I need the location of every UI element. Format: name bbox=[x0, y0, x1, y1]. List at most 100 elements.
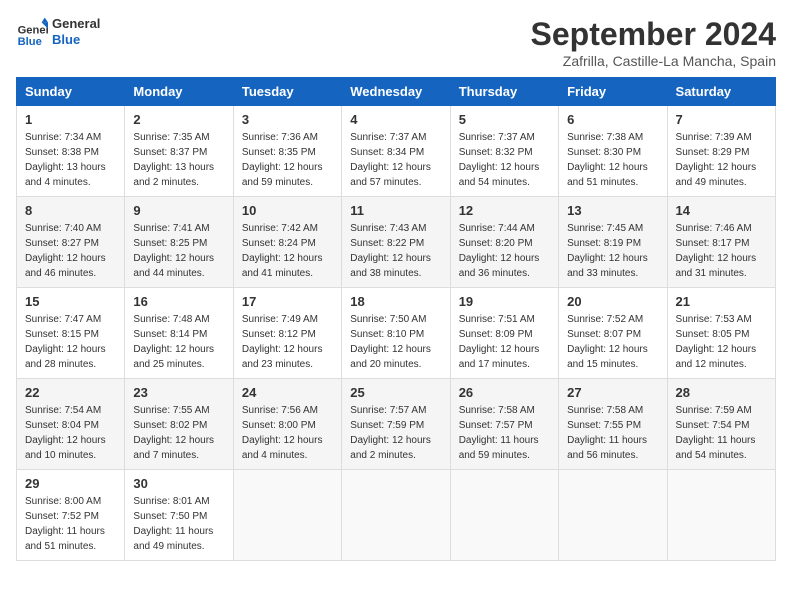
sunrise-text: Sunrise: 7:48 AM bbox=[133, 312, 224, 327]
daylight-text: Daylight: 12 hours and 12 minutes. bbox=[676, 342, 767, 372]
day-number: 30 bbox=[133, 476, 224, 491]
table-cell bbox=[667, 470, 775, 561]
daylight-text: Daylight: 12 hours and 46 minutes. bbox=[25, 251, 116, 281]
sunset-text: Sunset: 8:34 PM bbox=[350, 145, 441, 160]
day-info: Sunrise: 7:48 AMSunset: 8:14 PMDaylight:… bbox=[133, 312, 224, 372]
day-number: 4 bbox=[350, 112, 441, 127]
sunset-text: Sunset: 7:52 PM bbox=[25, 509, 116, 524]
day-number: 26 bbox=[459, 385, 550, 400]
daylight-text: Daylight: 12 hours and 59 minutes. bbox=[242, 160, 333, 190]
calendar-table: Sunday Monday Tuesday Wednesday Thursday… bbox=[16, 77, 776, 561]
daylight-text: Daylight: 11 hours and 51 minutes. bbox=[25, 524, 116, 554]
day-number: 9 bbox=[133, 203, 224, 218]
day-number: 2 bbox=[133, 112, 224, 127]
sunset-text: Sunset: 8:09 PM bbox=[459, 327, 550, 342]
day-number: 14 bbox=[676, 203, 767, 218]
sunrise-text: Sunrise: 7:36 AM bbox=[242, 130, 333, 145]
title-section: September 2024 Zafrilla, Castille-La Man… bbox=[531, 16, 776, 69]
day-info: Sunrise: 7:51 AMSunset: 8:09 PMDaylight:… bbox=[459, 312, 550, 372]
daylight-text: Daylight: 11 hours and 54 minutes. bbox=[676, 433, 767, 463]
day-number: 15 bbox=[25, 294, 116, 309]
day-info: Sunrise: 7:49 AMSunset: 8:12 PMDaylight:… bbox=[242, 312, 333, 372]
table-cell: 10Sunrise: 7:42 AMSunset: 8:24 PMDayligh… bbox=[233, 197, 341, 288]
table-cell: 24Sunrise: 7:56 AMSunset: 8:00 PMDayligh… bbox=[233, 379, 341, 470]
sunrise-text: Sunrise: 7:55 AM bbox=[133, 403, 224, 418]
daylight-text: Daylight: 11 hours and 49 minutes. bbox=[133, 524, 224, 554]
sunrise-text: Sunrise: 8:01 AM bbox=[133, 494, 224, 509]
day-info: Sunrise: 7:43 AMSunset: 8:22 PMDaylight:… bbox=[350, 221, 441, 281]
table-cell: 14 Sunrise: 7:46 AMSunset: 8:17 PMDayligh… bbox=[667, 197, 775, 288]
daylight-text: Daylight: 12 hours and 2 minutes. bbox=[350, 433, 441, 463]
table-cell: 15Sunrise: 7:47 AMSunset: 8:15 PMDayligh… bbox=[17, 288, 125, 379]
col-monday: Monday bbox=[125, 78, 233, 106]
day-info: Sunrise: 7:53 AMSunset: 8:05 PMDaylight:… bbox=[676, 312, 767, 372]
sunrise-text: Sunrise: 7:41 AM bbox=[133, 221, 224, 236]
daylight-text: Daylight: 12 hours and 38 minutes. bbox=[350, 251, 441, 281]
day-number: 3 bbox=[242, 112, 333, 127]
sunrise-text: Sunrise: 7:37 AM bbox=[459, 130, 550, 145]
day-info: Sunrise: 7:41 AMSunset: 8:25 PMDaylight:… bbox=[133, 221, 224, 281]
daylight-text: Daylight: 12 hours and 28 minutes. bbox=[25, 342, 116, 372]
sunset-text: Sunset: 8:35 PM bbox=[242, 145, 333, 160]
day-number: 8 bbox=[25, 203, 116, 218]
day-info: Sunrise: 7:35 AMSunset: 8:37 PMDaylight:… bbox=[133, 130, 224, 190]
day-number: 24 bbox=[242, 385, 333, 400]
daylight-text: Daylight: 12 hours and 31 minutes. bbox=[676, 251, 767, 281]
daylight-text: Daylight: 12 hours and 54 minutes. bbox=[459, 160, 550, 190]
day-number: 17 bbox=[242, 294, 333, 309]
sunrise-text: Sunrise: 8:00 AM bbox=[25, 494, 116, 509]
table-cell: 7Sunrise: 7:39 AMSunset: 8:29 PMDaylight… bbox=[667, 106, 775, 197]
day-number: 16 bbox=[133, 294, 224, 309]
sunset-text: Sunset: 8:25 PM bbox=[133, 236, 224, 251]
col-friday: Friday bbox=[559, 78, 667, 106]
sunrise-text: Sunrise: 7:39 AM bbox=[676, 130, 767, 145]
table-cell: 5Sunrise: 7:37 AMSunset: 8:32 PMDaylight… bbox=[450, 106, 558, 197]
table-cell: 20Sunrise: 7:52 AMSunset: 8:07 PMDayligh… bbox=[559, 288, 667, 379]
day-info: Sunrise: 7:37 AMSunset: 8:32 PMDaylight:… bbox=[459, 130, 550, 190]
sunrise-text: Sunrise: 7:52 AM bbox=[567, 312, 658, 327]
daylight-text: Daylight: 12 hours and 51 minutes. bbox=[567, 160, 658, 190]
sunset-text: Sunset: 8:10 PM bbox=[350, 327, 441, 342]
sunset-text: Sunset: 8:15 PM bbox=[25, 327, 116, 342]
sunrise-text: Sunrise: 7:50 AM bbox=[350, 312, 441, 327]
daylight-text: Daylight: 12 hours and 7 minutes. bbox=[133, 433, 224, 463]
sunrise-text: Sunrise: 7:58 AM bbox=[567, 403, 658, 418]
table-cell bbox=[233, 470, 341, 561]
day-number: 6 bbox=[567, 112, 658, 127]
table-cell: 13Sunrise: 7:45 AMSunset: 8:19 PMDayligh… bbox=[559, 197, 667, 288]
sunrise-text: Sunrise: 7:58 AM bbox=[459, 403, 550, 418]
sunrise-text: Sunrise: 7:45 AM bbox=[567, 221, 658, 236]
sunrise-text: Sunrise: 7:57 AM bbox=[350, 403, 441, 418]
day-info: Sunrise: 7:46 AMSunset: 8:17 PMDaylight:… bbox=[676, 221, 767, 281]
logo-blue-text: Blue bbox=[52, 32, 100, 48]
table-cell: 30Sunrise: 8:01 AMSunset: 7:50 PMDayligh… bbox=[125, 470, 233, 561]
col-saturday: Saturday bbox=[667, 78, 775, 106]
day-info: Sunrise: 7:34 AMSunset: 8:38 PMDaylight:… bbox=[25, 130, 116, 190]
day-number: 1 bbox=[25, 112, 116, 127]
day-number: 29 bbox=[25, 476, 116, 491]
sunrise-text: Sunrise: 7:59 AM bbox=[676, 403, 767, 418]
table-cell: 23Sunrise: 7:55 AMSunset: 8:02 PMDayligh… bbox=[125, 379, 233, 470]
logo: General Blue General Blue bbox=[16, 16, 100, 48]
day-info: Sunrise: 7:57 AMSunset: 7:59 PMDaylight:… bbox=[350, 403, 441, 463]
day-info: Sunrise: 7:44 AMSunset: 8:20 PMDaylight:… bbox=[459, 221, 550, 281]
daylight-text: Daylight: 12 hours and 20 minutes. bbox=[350, 342, 441, 372]
day-number: 28 bbox=[676, 385, 767, 400]
sunrise-text: Sunrise: 7:54 AM bbox=[25, 403, 116, 418]
sunset-text: Sunset: 8:04 PM bbox=[25, 418, 116, 433]
sunrise-text: Sunrise: 7:40 AM bbox=[25, 221, 116, 236]
daylight-text: Daylight: 12 hours and 57 minutes. bbox=[350, 160, 441, 190]
sunset-text: Sunset: 8:30 PM bbox=[567, 145, 658, 160]
day-info: Sunrise: 7:45 AMSunset: 8:19 PMDaylight:… bbox=[567, 221, 658, 281]
day-info: Sunrise: 8:00 AMSunset: 7:52 PMDaylight:… bbox=[25, 494, 116, 554]
day-info: Sunrise: 7:58 AMSunset: 7:55 PMDaylight:… bbox=[567, 403, 658, 463]
sunset-text: Sunset: 8:19 PM bbox=[567, 236, 658, 251]
table-cell: 21Sunrise: 7:53 AMSunset: 8:05 PMDayligh… bbox=[667, 288, 775, 379]
day-number: 10 bbox=[242, 203, 333, 218]
daylight-text: Daylight: 12 hours and 33 minutes. bbox=[567, 251, 658, 281]
table-cell bbox=[342, 470, 450, 561]
table-cell: 29 Sunrise: 8:00 AMSunset: 7:52 PMDayligh… bbox=[17, 470, 125, 561]
daylight-text: Daylight: 12 hours and 10 minutes. bbox=[25, 433, 116, 463]
day-info: Sunrise: 7:38 AMSunset: 8:30 PMDaylight:… bbox=[567, 130, 658, 190]
sunrise-text: Sunrise: 7:34 AM bbox=[25, 130, 116, 145]
